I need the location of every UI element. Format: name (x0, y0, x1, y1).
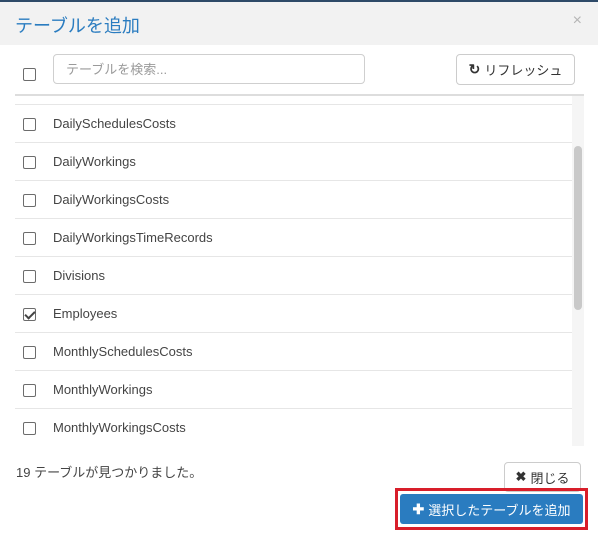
add-table-dialog: テーブルを追加 × ↻ リフレッシュ DailySchedulesCosts D… (0, 0, 598, 540)
row-checkbox[interactable] (23, 194, 36, 207)
table-row[interactable]: MonthlyWorkingsCosts (15, 408, 573, 446)
row-checkbox[interactable] (23, 156, 36, 169)
table-row[interactable]: DailyWorkingsCosts (15, 180, 573, 218)
close-icon[interactable]: × (573, 12, 582, 30)
refresh-icon: ↻ (468, 61, 481, 77)
table-row[interactable]: MonthlySchedulesCosts (15, 332, 573, 370)
close-label: 閉じる (530, 470, 570, 486)
table-row[interactable]: DailyWorkings (15, 142, 573, 180)
table-name: DailyWorkingsCosts (53, 192, 170, 207)
dialog-header: テーブルを追加 × (0, 0, 598, 45)
table-name: MonthlyWorkings (53, 382, 153, 397)
table-name: MonthlySchedulesCosts (53, 344, 193, 359)
table-name: DailySchedulesCosts (53, 116, 176, 131)
table-row[interactable]: DailySchedulesCosts (15, 104, 573, 142)
table-name: DailyWorkingsTimeRecords (53, 230, 213, 245)
row-checkbox[interactable] (23, 270, 36, 283)
scrollbar-thumb[interactable] (574, 146, 582, 310)
table-name: Employees (53, 306, 118, 321)
table-row[interactable]: DailyWorkingsTimeRecords (15, 218, 573, 256)
row-checkbox[interactable] (23, 384, 36, 397)
select-all-checkbox[interactable] (23, 68, 36, 81)
row-checkbox[interactable] (23, 118, 36, 131)
table-row[interactable]: Employees (15, 294, 573, 332)
table-row[interactable]: Divisions (15, 256, 573, 294)
highlight-frame: ✚ 選択したテーブルを追加 (395, 488, 588, 530)
add-selected-label: 選択したテーブルを追加 (428, 502, 571, 518)
table-list[interactable]: DailySchedulesCosts DailyWorkings DailyW… (15, 96, 585, 446)
refresh-button[interactable]: ↻ リフレッシュ (456, 54, 575, 85)
table-name: Divisions (53, 268, 106, 283)
refresh-label: リフレッシュ (484, 63, 563, 78)
row-checkbox-checked[interactable] (23, 308, 36, 321)
row-checkbox[interactable] (23, 422, 36, 435)
plus-icon: ✚ (412, 500, 425, 517)
result-count: 19 テーブルが見つかりました。 (16, 465, 203, 480)
add-selected-tables-button[interactable]: ✚ 選択したテーブルを追加 (400, 494, 583, 524)
table-name: DailyWorkings (53, 154, 136, 169)
row-checkbox[interactable] (23, 346, 36, 359)
dialog-title: テーブルを追加 (15, 16, 140, 36)
row-checkbox[interactable] (23, 232, 36, 245)
table-name: MonthlyWorkingsCosts (53, 420, 186, 435)
list-scrollbar[interactable] (572, 96, 584, 446)
table-row[interactable]: MonthlyWorkings (15, 370, 573, 408)
close-icon: ✖ (515, 469, 527, 484)
search-input[interactable] (53, 54, 365, 84)
